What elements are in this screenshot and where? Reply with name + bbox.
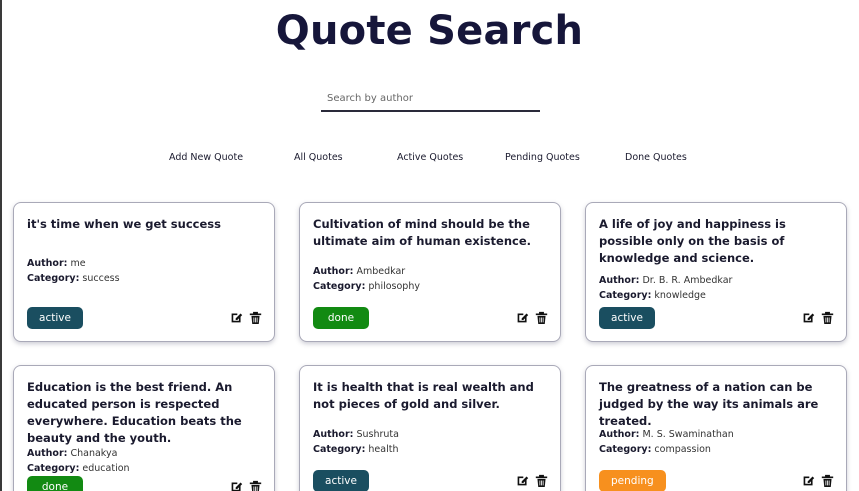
category-label: Category: — [313, 444, 366, 455]
nav-pending-quotes[interactable]: Pending Quotes — [505, 152, 580, 163]
trash-icon[interactable] — [249, 311, 262, 324]
edit-icon[interactable] — [516, 311, 529, 324]
quote-text: Education is the best friend. An educate… — [27, 380, 242, 445]
author-label: Author: — [599, 275, 640, 286]
nav-all-quotes[interactable]: All Quotes — [294, 152, 343, 163]
author-value: me — [70, 258, 86, 269]
nav-add-new-quote[interactable]: Add New Quote — [169, 152, 243, 163]
status-badge[interactable]: done — [27, 476, 83, 491]
author-value: Ambedkar — [356, 266, 406, 277]
category-label: Category: — [313, 281, 366, 292]
status-badge[interactable]: done — [313, 307, 369, 329]
nav-done-quotes[interactable]: Done Quotes — [625, 152, 687, 163]
quote-card: it's time when we get success Author: me… — [13, 202, 275, 342]
status-badge[interactable]: pending — [599, 470, 666, 491]
quote-card: A life of joy and happiness is possible … — [585, 202, 847, 342]
edit-icon[interactable] — [230, 480, 243, 491]
quote-card: It is health that is real wealth and not… — [299, 365, 561, 491]
quote-text: Cultivation of mind should be the ultima… — [313, 217, 531, 248]
nav-bar: Add New Quote All Quotes Active Quotes P… — [0, 152, 859, 168]
edit-icon[interactable] — [802, 474, 815, 487]
category-value: compassion — [654, 444, 711, 455]
quote-text: it's time when we get success — [27, 217, 221, 231]
status-badge[interactable]: active — [313, 470, 369, 491]
trash-icon[interactable] — [249, 480, 262, 491]
search-input[interactable] — [321, 86, 540, 111]
author-value: Chanakya — [70, 448, 118, 459]
category-value: knowledge — [654, 290, 706, 301]
quote-text: The greatness of a nation can be judged … — [599, 380, 819, 428]
edit-icon[interactable] — [516, 474, 529, 487]
author-value: Sushruta — [356, 429, 399, 440]
search-field[interactable] — [321, 86, 540, 112]
category-label: Category: — [599, 290, 652, 301]
page-title: Quote Search — [275, 8, 584, 54]
trash-icon[interactable] — [535, 474, 548, 487]
category-value: philosophy — [368, 281, 420, 292]
quote-text: It is health that is real wealth and not… — [313, 380, 534, 411]
quote-card: Cultivation of mind should be the ultima… — [299, 202, 561, 342]
category-value: success — [82, 273, 120, 284]
trash-icon[interactable] — [821, 474, 834, 487]
left-border — [0, 0, 2, 491]
status-badge[interactable]: active — [27, 307, 83, 329]
nav-active-quotes[interactable]: Active Quotes — [397, 152, 463, 163]
quote-card: Education is the best friend. An educate… — [13, 365, 275, 491]
author-label: Author: — [599, 429, 640, 440]
trash-icon[interactable] — [821, 311, 834, 324]
author-label: Author: — [27, 448, 68, 459]
category-value: education — [82, 463, 130, 474]
category-label: Category: — [27, 273, 80, 284]
quote-card: The greatness of a nation can be judged … — [585, 365, 847, 491]
status-badge[interactable]: active — [599, 307, 655, 329]
edit-icon[interactable] — [802, 311, 815, 324]
author-label: Author: — [313, 429, 354, 440]
quote-text: A life of joy and happiness is possible … — [599, 217, 786, 265]
author-value: Dr. B. R. Ambedkar — [642, 275, 733, 286]
category-label: Category: — [27, 463, 80, 474]
trash-icon[interactable] — [535, 311, 548, 324]
category-value: health — [368, 444, 399, 455]
author-label: Author: — [27, 258, 68, 269]
edit-icon[interactable] — [230, 311, 243, 324]
category-label: Category: — [599, 444, 652, 455]
author-value: M. S. Swaminathan — [642, 429, 734, 440]
author-label: Author: — [313, 266, 354, 277]
